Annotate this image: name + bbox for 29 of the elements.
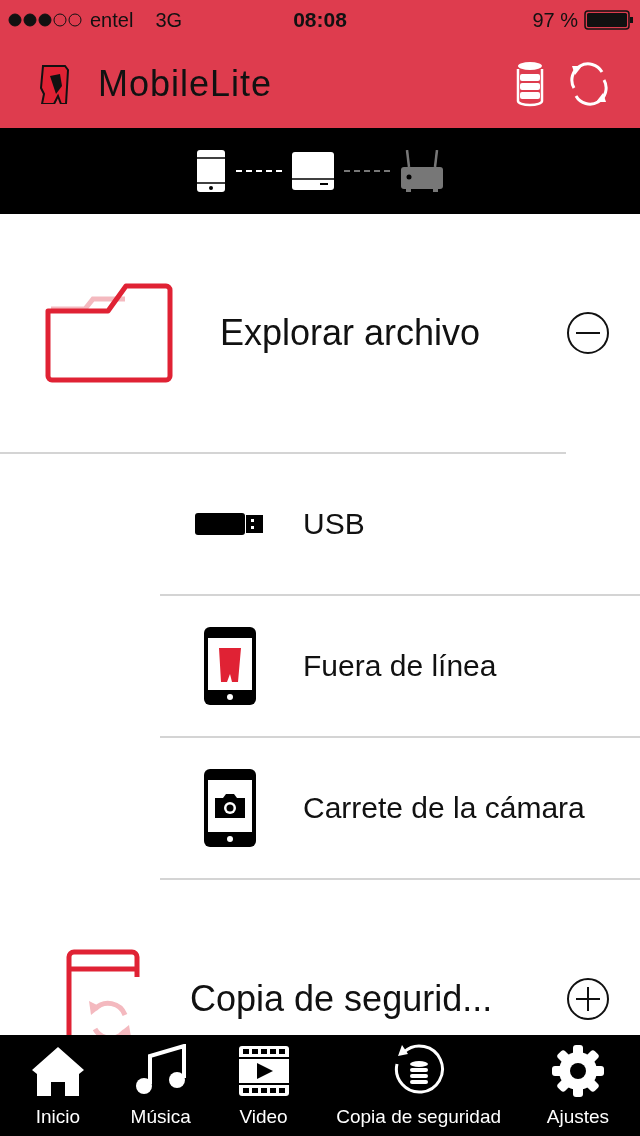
section-title[interactable]: Copia de segurid... bbox=[190, 978, 544, 1020]
battery-icon bbox=[584, 10, 634, 30]
carrier-name: entel bbox=[90, 8, 134, 32]
network-type: 3G bbox=[155, 8, 183, 32]
tab-button[interactable]: Inicio bbox=[30, 1035, 85, 1136]
battery-percent: 97 % bbox=[532, 8, 578, 32]
phone-camera-icon bbox=[203, 768, 257, 848]
folder-icon bbox=[45, 283, 173, 383]
status-time: 08:08 bbox=[293, 8, 347, 31]
film-icon bbox=[236, 1044, 291, 1098]
logo-icon bbox=[40, 64, 70, 104]
home-icon bbox=[30, 1044, 85, 1098]
sync-icon[interactable] bbox=[568, 62, 610, 106]
app-title: MobileLite bbox=[98, 63, 274, 105]
expand-icon[interactable] bbox=[566, 977, 610, 1021]
section-title[interactable]: Explorar archivo bbox=[220, 312, 544, 354]
tab-button[interactable]: Video bbox=[236, 1035, 291, 1136]
source-item[interactable]: USB bbox=[0, 454, 640, 594]
storage-icon[interactable] bbox=[514, 61, 546, 107]
tab-button[interactable]: Ajustes bbox=[546, 1035, 610, 1136]
usb-drive-icon bbox=[195, 511, 265, 537]
tab-button[interactable]: Copia de seguridad bbox=[336, 1035, 502, 1136]
source-item[interactable]: Fuera de línea bbox=[0, 596, 640, 736]
source-item[interactable]: Carrete de la cámara bbox=[0, 738, 640, 878]
settings-icon bbox=[550, 1044, 605, 1098]
signal-icon bbox=[8, 13, 82, 27]
tab-button[interactable]: Música bbox=[130, 1035, 191, 1136]
collapse-icon[interactable] bbox=[566, 311, 610, 355]
phone-logo-icon bbox=[203, 626, 257, 706]
